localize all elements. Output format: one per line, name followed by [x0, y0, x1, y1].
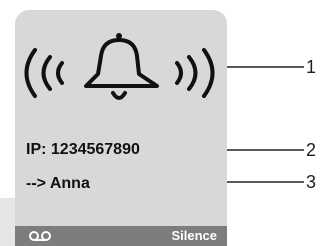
callout-number-3: 3 [306, 172, 317, 192]
callout-number-1: 1 [306, 57, 317, 77]
callout-lines [227, 66, 304, 183]
callout-number-2: 2 [306, 140, 317, 160]
